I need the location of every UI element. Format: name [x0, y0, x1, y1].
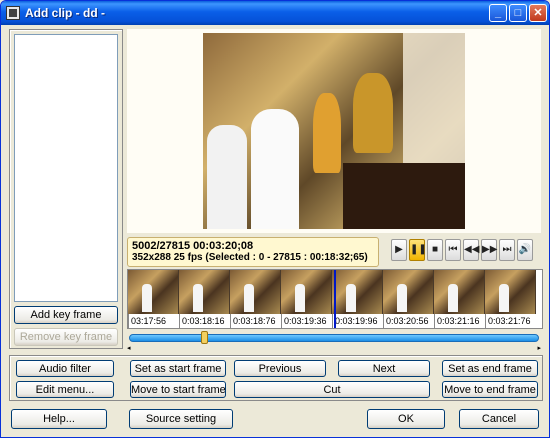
title-bar[interactable]: Add clip - dd - _ □ ✕	[1, 1, 549, 25]
video-statue-small	[313, 93, 341, 173]
source-setting-button[interactable]: Source setting	[129, 409, 233, 429]
timeline-thumbnail	[230, 270, 281, 314]
timecode-label: 0:03:20:56	[383, 314, 434, 329]
timeline-strip[interactable]: 03:17:56 0:03:18:16 0:03:18:76 0:03:19:3…	[127, 269, 543, 329]
timeline-thumbnail	[179, 270, 230, 314]
scroll-left-arrow-icon[interactable]: ◂	[127, 344, 131, 352]
ok-button[interactable]: OK	[367, 409, 445, 429]
window-title: Add clip - dd -	[25, 6, 105, 20]
timeline-thumbnail	[332, 270, 383, 314]
next-button[interactable]: Next	[338, 360, 430, 377]
rewind-icon[interactable]: ◀◀	[463, 239, 479, 261]
timeline-scroll-arrows: ◂ ▸	[127, 344, 543, 352]
close-button[interactable]: ✕	[529, 4, 547, 22]
next-frame-icon[interactable]: ⏭	[499, 239, 515, 261]
action-button-panel: Audio filter Edit menu... Set as start f…	[9, 355, 543, 401]
frame-position-text: 5002/27815 00:03:20;08	[132, 240, 254, 252]
position-slider[interactable]	[127, 331, 543, 345]
video-person-left	[207, 125, 247, 229]
video-frame	[203, 33, 465, 229]
key-frame-panel: Add key frame Remove key frame	[9, 29, 123, 349]
audio-filter-button[interactable]: Audio filter	[16, 360, 114, 377]
video-format-text: 352x288 25 fps (Selected : 0 - 27815 : 0…	[132, 252, 368, 263]
key-frame-list[interactable]	[14, 34, 118, 302]
app-icon	[6, 6, 20, 20]
pause-icon[interactable]: ❚❚	[409, 239, 427, 261]
video-altar	[343, 163, 465, 229]
transport-controls: ▶ ❚❚ ■ ⏮ ◀◀ ▶▶ ⏭ 🔊	[391, 239, 541, 261]
timecode-label: 03:17:56	[128, 314, 179, 329]
video-person-right	[251, 109, 299, 229]
timeline-thumbnail	[281, 270, 332, 314]
cancel-button[interactable]: Cancel	[459, 409, 539, 429]
fast-forward-icon[interactable]: ▶▶	[481, 239, 497, 261]
minimize-button[interactable]: _	[489, 4, 507, 22]
timeline-thumbnail	[485, 270, 536, 314]
timecode-label: 0:03:18:16	[179, 314, 230, 329]
set-start-frame-button[interactable]: Set as start frame	[130, 360, 226, 377]
playhead-marker[interactable]	[334, 270, 336, 328]
timecode-label: 0:03:19:96	[332, 314, 383, 329]
video-curtain	[403, 33, 465, 173]
timeline-thumbnail	[434, 270, 485, 314]
video-statue	[353, 73, 393, 153]
play-icon[interactable]: ▶	[391, 239, 407, 261]
frame-info-box: 5002/27815 00:03:20;08 352x288 25 fps (S…	[127, 237, 379, 267]
stop-icon[interactable]: ■	[427, 239, 443, 261]
video-preview-area	[127, 29, 541, 233]
add-key-frame-button[interactable]: Add key frame	[14, 306, 118, 324]
timecode-label: 0:03:21:16	[434, 314, 485, 329]
add-clip-window: Add clip - dd - _ □ ✕ Add key frame Remo…	[0, 0, 550, 438]
cut-button[interactable]: Cut	[234, 381, 430, 398]
slider-track[interactable]	[129, 334, 539, 342]
volume-icon[interactable]: 🔊	[517, 239, 533, 261]
timeline-thumbnail	[383, 270, 434, 314]
scroll-right-arrow-icon[interactable]: ▸	[537, 344, 541, 352]
set-end-frame-button[interactable]: Set as end frame	[442, 360, 538, 377]
previous-button[interactable]: Previous	[234, 360, 326, 377]
move-to-start-frame-button[interactable]: Move to start frame	[130, 381, 226, 398]
slider-thumb[interactable]	[201, 331, 208, 344]
prev-frame-icon[interactable]: ⏮	[445, 239, 461, 261]
remove-key-frame-button[interactable]: Remove key frame	[14, 328, 118, 346]
help-button[interactable]: Help...	[11, 409, 107, 429]
timecode-label: 0:03:21:76	[485, 314, 536, 329]
timeline-thumbnail	[128, 270, 179, 314]
edit-menu-button[interactable]: Edit menu...	[16, 381, 114, 398]
timecode-label: 0:03:19:36	[281, 314, 332, 329]
timecode-label: 0:03:18:76	[230, 314, 281, 329]
move-to-end-frame-button[interactable]: Move to end frame	[442, 381, 538, 398]
maximize-button[interactable]: □	[509, 4, 527, 22]
